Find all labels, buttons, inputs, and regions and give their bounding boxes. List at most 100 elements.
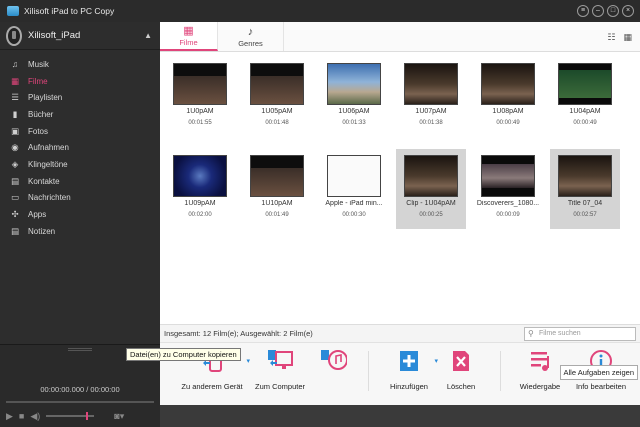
- sidebar-item-label: Musik: [28, 59, 49, 69]
- movie-title: 1U06pAM: [338, 108, 370, 115]
- sidebar-item-playlisten[interactable]: ☰ Playlisten: [0, 89, 160, 106]
- camera-icon[interactable]: ◙▾: [114, 411, 124, 422]
- movie-duration: 00:02:57: [573, 212, 597, 218]
- sidebar-item-label: Nachrichten: [28, 193, 71, 203]
- play-icon[interactable]: ▶: [6, 411, 13, 422]
- tab-filme[interactable]: ▦ Filme: [160, 22, 218, 51]
- movie-tile[interactable]: Discoverers_1080... 00:00:09: [473, 149, 543, 229]
- add-button[interactable]: ▾ Hinzufügen: [380, 349, 438, 399]
- close-button[interactable]: ×: [622, 5, 634, 17]
- aufnahmen-icon: ◉: [11, 142, 19, 153]
- sidebar-item-notizen[interactable]: ▤ Notizen: [0, 223, 160, 240]
- sidebar-item-label: Fotos: [28, 126, 49, 136]
- movie-title: Discoverers_1080...: [476, 200, 540, 207]
- sidebar-nav: ♫ Musik ▦ Filme ☰ Playlisten ▮ Bücher ▣ Fotos ◉ Auf…: [0, 56, 160, 240]
- search-input[interactable]: ⚲ Filme suchen: [524, 327, 636, 341]
- tab-bar: ▦ Filme ♪ Genres ☷ ▦: [160, 22, 640, 52]
- button-label: Hinzufügen: [390, 382, 428, 391]
- movie-tile[interactable]: Title 07_04 00:02:57: [550, 149, 620, 229]
- sidebar-item-nachrichten[interactable]: ▭ Nachrichten: [0, 190, 160, 207]
- movie-tile[interactable]: 1U06pAM 00:01:33: [319, 57, 389, 137]
- movie-tile[interactable]: 1U08pAM 00:00:49: [473, 57, 543, 137]
- volume-icon[interactable]: ◀): [30, 411, 40, 422]
- klingeltöne-icon: ◈: [11, 158, 19, 169]
- button-label: Info bearbeiten: [575, 382, 627, 391]
- movie-thumbnail: [327, 155, 381, 197]
- button-label: Wiedergabe: [519, 382, 561, 391]
- movie-thumbnail: [173, 63, 227, 105]
- title-bar: Xilisoft iPad to PC Copy ≡ – □ ×: [0, 0, 640, 22]
- movie-duration: 00:01:49: [265, 212, 289, 218]
- sidebar-item-filme[interactable]: ▦ Filme: [0, 73, 160, 90]
- guitar-icon: ♪: [247, 25, 254, 38]
- plus-icon: [400, 351, 418, 371]
- playlisten-icon: ☰: [11, 92, 19, 103]
- minimize-button[interactable]: –: [592, 5, 604, 17]
- movie-title: 1U07pAM: [415, 108, 447, 115]
- movie-duration: 00:00:49: [573, 120, 597, 126]
- sidebar-item-label: Playlisten: [28, 93, 63, 103]
- volume-slider[interactable]: [46, 412, 95, 420]
- eject-icon[interactable]: ▲: [144, 31, 152, 40]
- movie-title: 1U0pAM: [186, 108, 214, 115]
- movie-title: Title 07_04: [567, 200, 603, 207]
- movie-tile[interactable]: 1U04pAM 00:00:49: [550, 57, 620, 137]
- bücher-icon: ▮: [12, 108, 18, 119]
- sidebar-item-kontakte[interactable]: ▤ Kontakte: [0, 173, 160, 190]
- movie-duration: 00:02:00: [188, 212, 212, 218]
- window-title: Xilisoft iPad to PC Copy: [24, 6, 115, 16]
- tooltip: Datei(en) zu Computer kopieren: [126, 348, 241, 361]
- movie-duration: 00:01:55: [188, 120, 212, 126]
- show-all-tasks-button[interactable]: Alle Aufgaben zeigen: [559, 365, 638, 380]
- movie-thumbnail: [404, 155, 458, 197]
- stop-icon[interactable]: ■: [19, 411, 24, 421]
- movie-tile[interactable]: 1U0pAM 00:01:55: [165, 57, 235, 137]
- view-switch: ☷ ▦: [607, 32, 632, 43]
- movie-thumbnail: [250, 63, 304, 105]
- tab-genres[interactable]: ♪ Genres: [218, 22, 284, 51]
- list-view-icon[interactable]: ☷: [607, 32, 615, 43]
- sidebar-item-aufnahmen[interactable]: ◉ Aufnahmen: [0, 139, 160, 156]
- grid-view-icon[interactable]: ▦: [623, 32, 632, 43]
- sidebar-item-klingeltöne[interactable]: ◈ Klingeltöne: [0, 156, 160, 173]
- player-time: 00:00:00.000 / 00:00:00: [40, 385, 120, 394]
- copy-to-itunes-button[interactable]: [310, 349, 356, 399]
- sidebar-item-label: Apps: [28, 210, 47, 220]
- app-logo-icon: [7, 6, 19, 16]
- movie-title: Clip - 1U04pAM: [406, 200, 456, 207]
- movie-tile[interactable]: 1U09pAM 00:02:00: [165, 149, 235, 229]
- movie-thumbnail: [250, 155, 304, 197]
- delete-icon: [453, 351, 469, 371]
- sidebar-item-bücher[interactable]: ▮ Bücher: [0, 106, 160, 123]
- movie-tile[interactable]: 1U10pAM 00:01:49: [242, 149, 312, 229]
- toolbar-separator: [500, 351, 501, 391]
- sidebar-item-musik[interactable]: ♫ Musik: [0, 56, 160, 73]
- movie-tile[interactable]: 1U05pAM 00:01:48: [242, 57, 312, 137]
- itunes-transfer-icon: [321, 350, 347, 370]
- movie-tile[interactable]: Apple - iPad min... 00:00:30: [319, 149, 389, 229]
- movie-duration: 00:01:33: [342, 120, 366, 126]
- sidebar-item-fotos[interactable]: ▣ Fotos: [0, 123, 160, 140]
- tab-label: Filme: [179, 37, 198, 47]
- sidebar-item-apps[interactable]: ✣ Apps: [0, 206, 160, 223]
- status-bar: Insgesamt: 12 Film(e); Ausgewählt: 2 Fil…: [160, 324, 640, 342]
- progress-bar[interactable]: [6, 401, 154, 403]
- copy-to-computer-button[interactable]: Zum Computer: [250, 349, 310, 399]
- selection-status: Insgesamt: 12 Film(e); Ausgewählt: 2 Fil…: [164, 329, 313, 338]
- sidebar-item-label: Kontakte: [28, 176, 60, 186]
- sidebar-item-label: Aufnahmen: [28, 143, 69, 153]
- resize-grip[interactable]: [68, 348, 92, 351]
- sidebar-item-label: Klingeltöne: [28, 159, 68, 169]
- notizen-icon: ▤: [10, 225, 20, 236]
- movie-thumbnail: [173, 155, 227, 197]
- maximize-button[interactable]: □: [607, 5, 619, 17]
- menu-button[interactable]: ≡: [577, 5, 589, 17]
- movie-duration: 00:01:48: [265, 120, 289, 126]
- delete-button[interactable]: Löschen: [438, 349, 484, 399]
- device-name: Xilisoft_iPad: [28, 30, 81, 41]
- device-header[interactable]: Xilisoft_iPad ▲: [0, 22, 160, 50]
- movie-tile[interactable]: Clip - 1U04pAM 00:00:25: [396, 149, 466, 229]
- movie-tile[interactable]: 1U07pAM 00:01:38: [396, 57, 466, 137]
- film-icon: ▦: [183, 24, 194, 37]
- movie-duration: 00:00:30: [342, 212, 366, 218]
